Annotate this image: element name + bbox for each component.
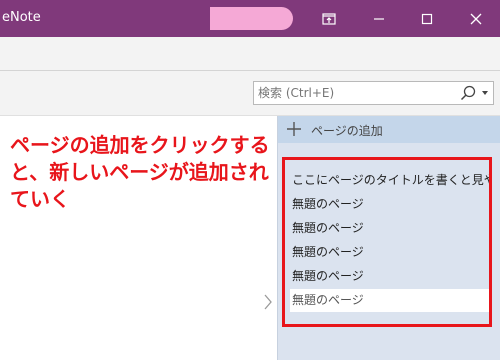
minimize-button[interactable] <box>355 0 403 37</box>
restore-view-button[interactable] <box>305 0 353 37</box>
search-toolbar <box>0 71 500 116</box>
ribbon-tabs-strip <box>0 37 500 71</box>
page-list-item[interactable]: 無題のページ <box>290 241 490 264</box>
title-bar: eNote <box>0 0 500 37</box>
search-input[interactable] <box>258 85 448 101</box>
search-box[interactable] <box>253 81 494 105</box>
minimize-icon <box>374 17 384 20</box>
page-list-item-selected[interactable]: 無題のページ <box>290 289 490 312</box>
add-page-button[interactable]: ページの追加 <box>278 116 500 143</box>
close-button[interactable] <box>452 0 500 37</box>
app-title: eNote <box>2 10 41 25</box>
page-canvas[interactable]: ページの追加をクリックすると、新しいページが追加されていく <box>0 116 277 360</box>
page-list-item[interactable]: 無題のページ <box>290 217 490 240</box>
close-icon <box>470 13 482 24</box>
add-page-label: ページの追加 <box>311 124 383 138</box>
page-list-item[interactable]: 無題のページ <box>290 193 490 216</box>
page-list: ここにページのタイトルを書くと見やすい 無題のページ 無題のページ 無題のページ… <box>290 169 490 313</box>
restore-view-icon <box>322 12 336 25</box>
chevron-down-icon[interactable] <box>482 91 488 95</box>
page-list-item[interactable]: 無題のページ <box>290 265 490 288</box>
maximize-button[interactable] <box>403 0 451 37</box>
search-icon[interactable] <box>460 85 476 101</box>
plus-icon <box>287 122 301 136</box>
maximize-icon <box>421 13 433 24</box>
chevron-right-icon[interactable] <box>264 294 273 310</box>
page-list-pane: ページの追加 ここにページのタイトルを書くと見やすい 無題のページ 無題のページ… <box>277 116 500 360</box>
redacted-notebook-name <box>210 7 293 30</box>
annotation-text: ページの追加をクリックすると、新しいページが追加されていく <box>10 133 270 211</box>
page-list-item[interactable]: ここにページのタイトルを書くと見やすい <box>290 169 490 192</box>
